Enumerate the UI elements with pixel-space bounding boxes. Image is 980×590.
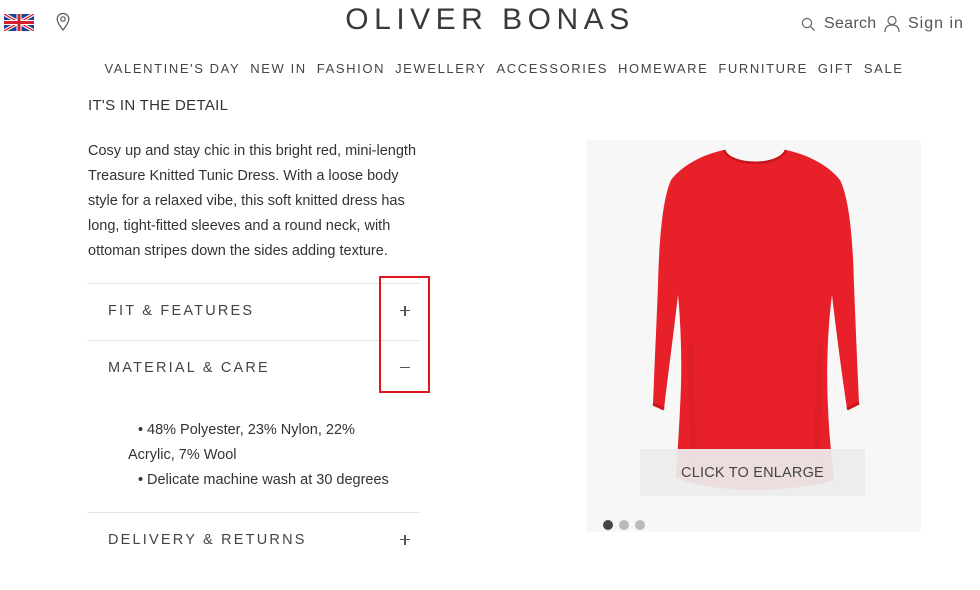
accordion-divider <box>87 512 420 513</box>
search-label: Search <box>824 15 877 32</box>
nav-item-valentines-day[interactable]: VALENTINE'S DAY <box>104 61 240 76</box>
list-item: • Delicate machine wash at 30 degrees <box>138 472 389 488</box>
nav-item-accessories[interactable]: ACCESSORIES <box>497 61 609 76</box>
nav-item-gift[interactable]: GIFT <box>818 61 854 76</box>
search-button[interactable]: Search <box>801 13 877 35</box>
user-icon <box>884 15 900 33</box>
material-care-toggle[interactable]: MATERIAL & CARE <box>108 360 270 376</box>
product-description: Cosy up and stay chic in this bright red… <box>88 143 417 259</box>
nav-item-fashion[interactable]: FASHION <box>317 61 385 76</box>
material-care-list: • 48% Polyester, 23% Nylon, 22% Acrylic, … <box>128 418 398 493</box>
list-item: • 48% Polyester, 23% Nylon, 22% Acrylic, … <box>128 422 355 463</box>
plus-icon[interactable] <box>396 531 414 549</box>
sign-in-label: Sign in <box>908 15 964 32</box>
nav-item-furniture[interactable]: FURNITURE <box>718 61 808 76</box>
carousel-dot[interactable] <box>619 520 629 530</box>
main-navigation: VALENTINE'S DAY NEW IN FASHION JEWELLERY… <box>0 61 980 76</box>
highlight-box <box>379 276 430 393</box>
sign-in-button[interactable]: Sign in <box>884 13 964 35</box>
search-icon <box>801 17 816 31</box>
product-image[interactable] <box>650 145 860 490</box>
delivery-returns-toggle[interactable]: DELIVERY & RETURNS <box>108 532 307 548</box>
accordion-divider <box>87 340 420 341</box>
carousel-dot[interactable] <box>635 520 645 530</box>
carousel-dot[interactable] <box>603 520 613 530</box>
accordion-divider <box>87 283 420 284</box>
nav-item-new-in[interactable]: NEW IN <box>250 61 307 76</box>
nav-item-homeware[interactable]: HOMEWARE <box>618 61 708 76</box>
click-to-enlarge-button[interactable]: CLICK TO ENLARGE <box>640 449 865 496</box>
fit-features-toggle[interactable]: FIT & FEATURES <box>108 303 254 319</box>
nav-item-jewellery[interactable]: JEWELLERY <box>395 61 486 76</box>
detail-heading: IT'S IN THE DETAIL <box>88 97 229 114</box>
nav-item-sale[interactable]: SALE <box>864 61 904 76</box>
